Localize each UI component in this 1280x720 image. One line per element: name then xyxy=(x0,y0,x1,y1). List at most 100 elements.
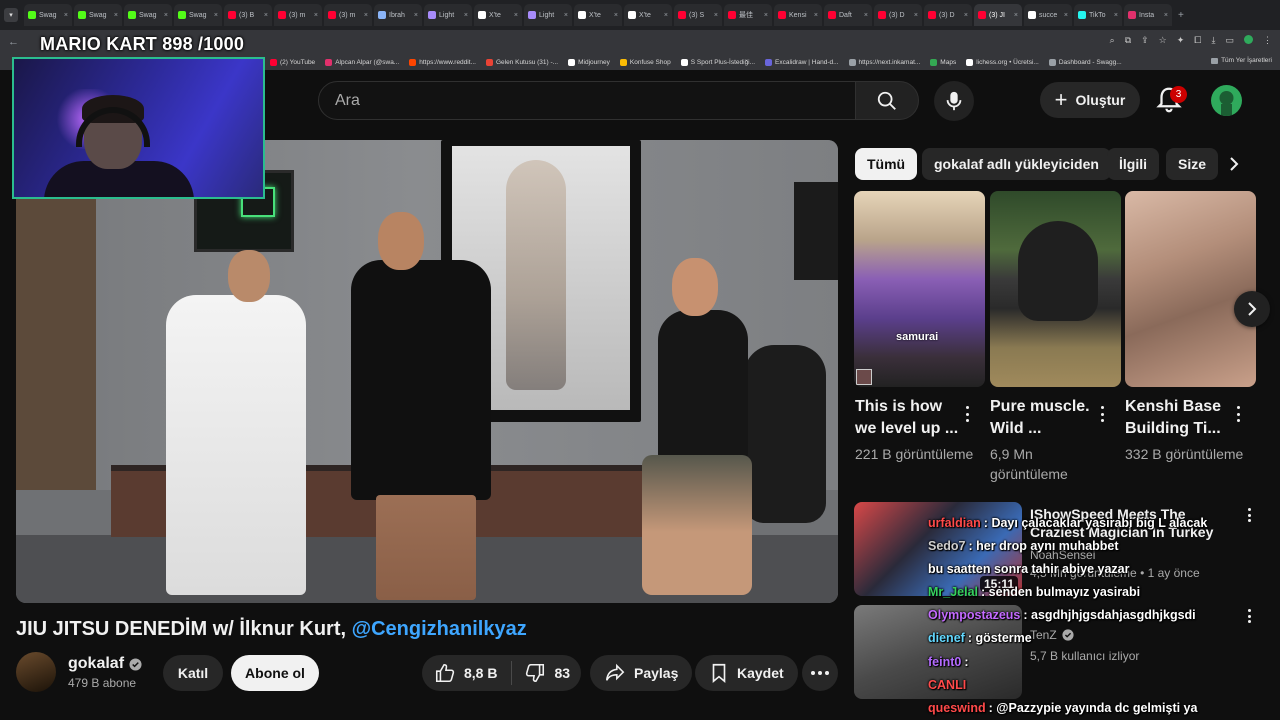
zoom-icon[interactable]: ⌕ xyxy=(1110,35,1115,46)
short-title[interactable]: Kenshi Base Building Ti... xyxy=(1125,396,1235,440)
bookmark-item[interactable]: Maps xyxy=(930,58,956,66)
join-button[interactable]: Katıl xyxy=(163,655,223,691)
recommended-menu-button[interactable] xyxy=(1244,506,1254,524)
back-icon[interactable]: ← xyxy=(8,36,19,48)
more-actions-button[interactable] xyxy=(802,655,838,691)
browser-tab[interactable]: (3) m × xyxy=(324,4,372,26)
browser-tab[interactable]: X'te × xyxy=(474,4,522,26)
browser-tab[interactable]: (3) D × xyxy=(924,4,972,26)
subscribe-button[interactable]: Abone ol xyxy=(231,655,319,691)
bookmark-item[interactable]: S Sport Plus-İstediği... xyxy=(680,58,755,66)
profile-icon[interactable] xyxy=(1244,35,1253,44)
sidebar-icon[interactable]: ▭ xyxy=(1225,35,1234,46)
close-tab-icon[interactable]: × xyxy=(564,12,568,19)
browser-tab[interactable]: (3) m × xyxy=(274,4,322,26)
close-tab-icon[interactable]: × xyxy=(1114,12,1118,19)
chip-all[interactable]: Tümü xyxy=(855,148,918,180)
bookmark-item[interactable]: Alpcan Alpar (@swa... xyxy=(325,58,399,66)
close-tab-icon[interactable]: × xyxy=(714,12,718,19)
close-tab-icon[interactable]: × xyxy=(1014,12,1018,19)
close-tab-icon[interactable]: × xyxy=(64,12,68,19)
tab-list-button[interactable]: ▾ xyxy=(4,8,18,22)
bookmark-item[interactable]: Excalidraw | Hand-d... xyxy=(765,58,839,66)
short-thumbnail[interactable] xyxy=(1125,191,1256,387)
browser-tab[interactable]: Light × xyxy=(524,4,572,26)
short-thumbnail[interactable]: samurai xyxy=(854,191,985,387)
like-button[interactable]: 8,8 B xyxy=(422,655,511,691)
search-button[interactable] xyxy=(855,81,919,120)
bookmark-item[interactable]: Dashboard - Swagg... xyxy=(1048,58,1122,66)
close-tab-icon[interactable]: × xyxy=(614,12,618,19)
channel-name[interactable]: gokalaf xyxy=(68,655,142,673)
channel-avatar[interactable] xyxy=(16,652,56,692)
browser-tab[interactable]: Swag × xyxy=(174,4,222,26)
close-tab-icon[interactable]: × xyxy=(314,12,318,19)
browser-tab[interactable]: Kensi × xyxy=(774,4,822,26)
close-tab-icon[interactable]: × xyxy=(764,12,768,19)
chips-next-button[interactable] xyxy=(1218,148,1250,180)
short-menu-button[interactable] xyxy=(962,404,972,424)
install-icon[interactable]: ⧉ xyxy=(1125,35,1131,46)
browser-tab[interactable]: TikTo × xyxy=(1074,4,1122,26)
close-tab-icon[interactable]: × xyxy=(964,12,968,19)
close-tab-icon[interactable]: × xyxy=(464,12,468,19)
browser-tab[interactable]: (3) JI × xyxy=(974,4,1022,26)
browser-tab[interactable]: Insta × xyxy=(1124,4,1172,26)
chip-related[interactable]: İlgili xyxy=(1107,148,1159,180)
browser-tab[interactable]: Swag × xyxy=(74,4,122,26)
user-avatar[interactable] xyxy=(1211,85,1242,116)
save-button[interactable]: Kaydet xyxy=(695,655,798,691)
search-input[interactable]: Ara xyxy=(318,81,856,120)
chip-for-you[interactable]: Size xyxy=(1166,148,1218,180)
bookmark-item[interactable]: lichess.org • Ücretsi... xyxy=(966,58,1039,66)
browser-menu-icon[interactable]: ⋮ xyxy=(1263,35,1272,46)
bookmark-star-icon[interactable]: ☆ xyxy=(1159,35,1167,46)
extensions-icon[interactable]: ⧠ xyxy=(1194,35,1201,46)
close-tab-icon[interactable]: × xyxy=(514,12,518,19)
recommended-menu-button[interactable] xyxy=(1244,607,1254,625)
dislike-button[interactable]: 83 xyxy=(512,655,570,691)
share-button[interactable]: Paylaş xyxy=(590,655,693,691)
close-tab-icon[interactable]: × xyxy=(114,12,118,19)
voice-search-button[interactable] xyxy=(934,81,974,121)
share-icon[interactable]: ⇪ xyxy=(1141,35,1149,46)
mention-link[interactable]: @Cengizhanilkyaz xyxy=(352,618,527,640)
all-bookmarks[interactable]: Tüm Yer İşaretleri xyxy=(1211,57,1272,64)
new-tab-icon[interactable]: + xyxy=(1178,10,1184,21)
close-tab-icon[interactable]: × xyxy=(814,12,818,19)
close-tab-icon[interactable]: × xyxy=(214,12,218,19)
close-tab-icon[interactable]: × xyxy=(164,12,168,19)
video-player[interactable] xyxy=(16,140,838,603)
close-tab-icon[interactable]: × xyxy=(864,12,868,19)
browser-tab[interactable]: (3) S × xyxy=(674,4,722,26)
recommended-channel[interactable]: TenZ xyxy=(1030,628,1074,642)
bookmark-item[interactable]: Gelen Kutusu (31) -... xyxy=(485,58,558,66)
shorts-next-button[interactable] xyxy=(1234,291,1270,327)
close-tab-icon[interactable]: × xyxy=(264,12,268,19)
browser-tab[interactable]: (3) D × xyxy=(874,4,922,26)
extension-icon[interactable]: ✦ xyxy=(1177,35,1185,46)
browser-tab[interactable]: Light × xyxy=(424,4,472,26)
bookmark-item[interactable]: https://next.inkamat... xyxy=(848,58,920,66)
browser-tab[interactable]: (3) B × xyxy=(224,4,272,26)
close-tab-icon[interactable]: × xyxy=(364,12,368,19)
short-thumbnail[interactable] xyxy=(990,191,1121,387)
downloads-icon[interactable]: ⤓ xyxy=(1212,35,1216,46)
browser-tab[interactable]: succe × xyxy=(1024,4,1072,26)
browser-tab[interactable]: X'te × xyxy=(574,4,622,26)
browser-tab[interactable]: 最佳 × xyxy=(724,4,772,26)
short-title[interactable]: Pure muscle. Wild ... xyxy=(990,396,1100,440)
short-menu-button[interactable] xyxy=(1097,404,1107,424)
browser-tab[interactable]: Swag × xyxy=(124,4,172,26)
close-tab-icon[interactable]: × xyxy=(414,12,418,19)
bookmark-item[interactable]: Midjourney xyxy=(568,58,610,66)
chip-from-uploader[interactable]: gokalaf adlı yükleyiciden xyxy=(922,148,1111,180)
close-tab-icon[interactable]: × xyxy=(664,12,668,19)
bookmark-item[interactable]: https://www.reddit... xyxy=(409,58,476,66)
browser-tab[interactable]: Daft × xyxy=(824,4,872,26)
close-tab-icon[interactable]: × xyxy=(914,12,918,19)
browser-tab[interactable]: Swag × xyxy=(24,4,72,26)
bookmark-item[interactable]: Konfuse Shop xyxy=(619,58,671,66)
browser-tab[interactable]: Ibrah × xyxy=(374,4,422,26)
browser-tab[interactable]: X'te × xyxy=(624,4,672,26)
